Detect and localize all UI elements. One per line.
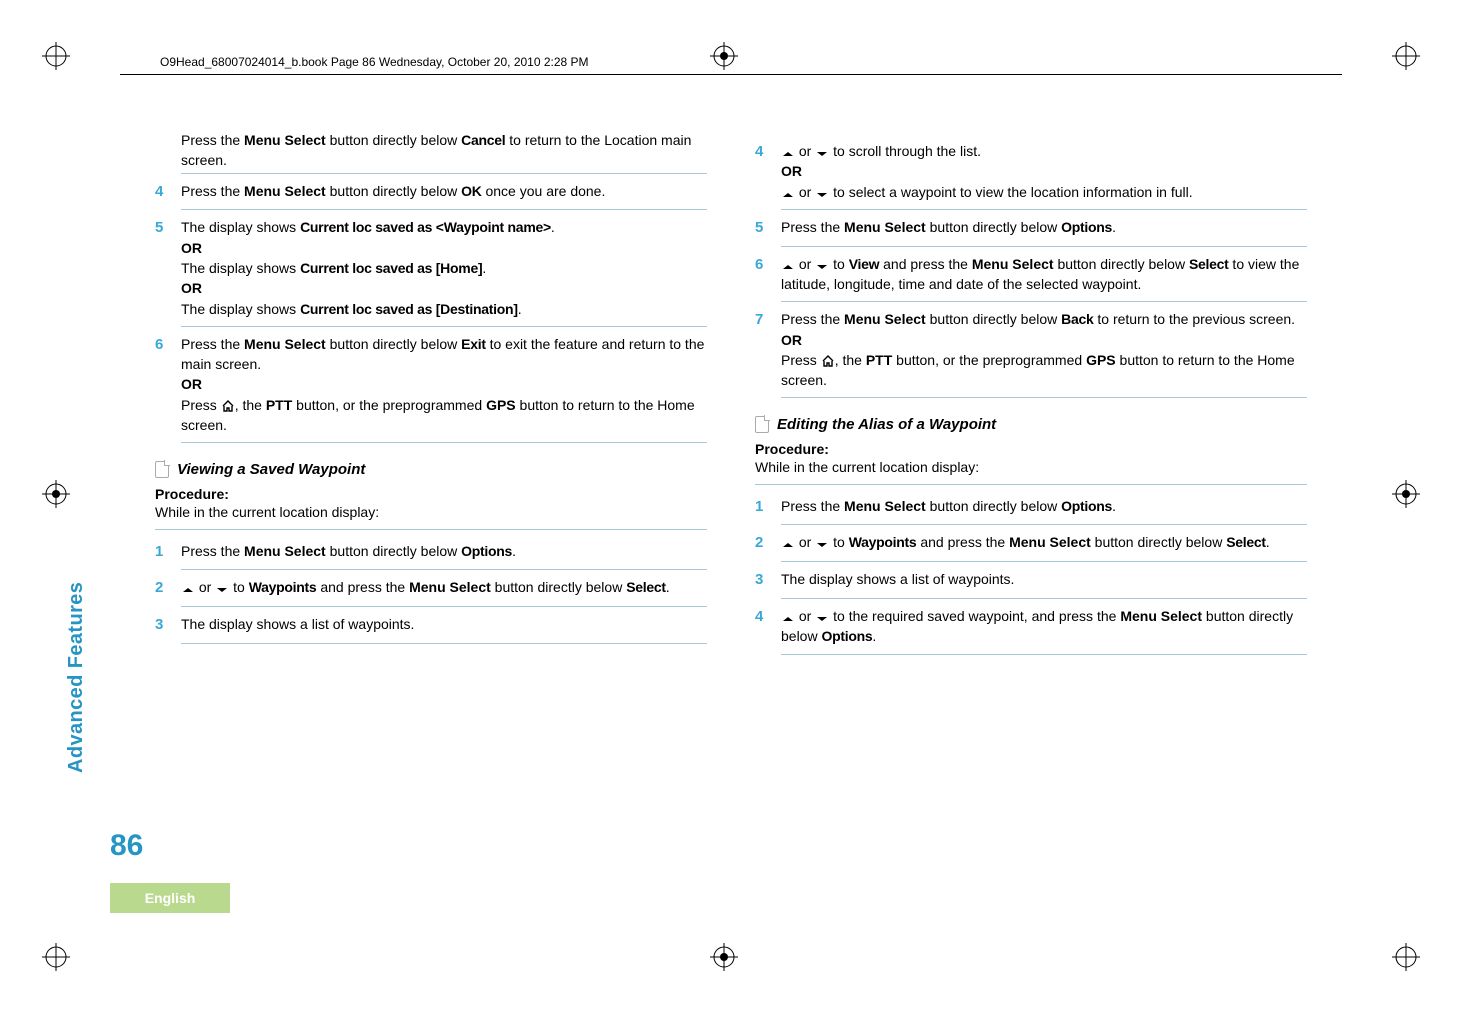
note-icon <box>755 416 769 433</box>
up-arrow-icon <box>181 586 195 594</box>
separator <box>781 561 1307 562</box>
separator <box>181 569 707 570</box>
separator <box>155 529 707 530</box>
crop-mark-icon <box>710 42 738 70</box>
view-step-2: 2 or to Waypoints and press the Menu Sel… <box>155 572 707 604</box>
edit-step-3: 3 The display shows a list of waypoints. <box>755 564 1307 596</box>
step-number: 2 <box>755 532 769 554</box>
separator <box>781 397 1307 398</box>
procedure-note: While in the current location display: <box>155 502 707 522</box>
note-icon <box>155 461 169 478</box>
header-divider <box>120 74 1342 75</box>
separator <box>781 301 1307 302</box>
separator <box>181 442 707 443</box>
step-number: 2 <box>155 577 169 599</box>
intro-paragraph: Press the Menu Select button directly be… <box>181 130 707 171</box>
step-number: 5 <box>755 217 769 239</box>
separator <box>181 606 707 607</box>
step-number: 4 <box>155 181 169 203</box>
step-5: 5 The display shows Current loc saved as… <box>155 212 707 323</box>
separator <box>781 246 1307 247</box>
step-6: 6 Press the Menu Select button directly … <box>155 329 707 440</box>
edit-step-1: 1 Press the Menu Select button directly … <box>755 491 1307 523</box>
down-arrow-icon <box>815 150 829 158</box>
language-badge: English <box>110 883 230 913</box>
procedure-note: While in the current location display: <box>755 457 1307 477</box>
procedure-label: Procedure: <box>155 486 707 502</box>
procedure-label: Procedure: <box>755 441 1307 457</box>
separator <box>755 484 1307 485</box>
page-number: 86 <box>110 829 143 863</box>
down-arrow-icon <box>815 615 829 623</box>
step-number: 6 <box>755 254 769 295</box>
right-step-5: 5 Press the Menu Select button directly … <box>755 212 1307 244</box>
view-step-1: 1 Press the Menu Select button directly … <box>155 536 707 568</box>
subheading-title: Viewing a Saved Waypoint <box>177 461 365 478</box>
edit-step-2: 2 or to Waypoints and press the Menu Sel… <box>755 527 1307 559</box>
separator <box>181 173 707 174</box>
right-step-6: 6 or to View and press the Menu Select b… <box>755 249 1307 300</box>
crop-mark-icon <box>1392 42 1420 70</box>
up-arrow-icon <box>781 263 795 271</box>
crop-mark-icon <box>42 480 70 508</box>
separator <box>781 654 1307 655</box>
separator <box>181 209 707 210</box>
subheading-title: Editing the Alias of a Waypoint <box>777 416 996 433</box>
up-arrow-icon <box>781 615 795 623</box>
view-step-3: 3 The display shows a list of waypoints. <box>155 609 707 641</box>
crop-mark-icon <box>42 42 70 70</box>
crop-mark-icon <box>1392 480 1420 508</box>
crop-mark-icon <box>710 943 738 971</box>
subheading-viewing: Viewing a Saved Waypoint <box>155 461 707 478</box>
crop-mark-icon <box>1392 943 1420 971</box>
right-column: 4 or to scroll through the list. OR or t… <box>755 130 1307 863</box>
separator <box>181 326 707 327</box>
up-arrow-icon <box>781 541 795 549</box>
step-4: 4 Press the Menu Select button directly … <box>155 176 707 208</box>
home-icon <box>221 400 235 412</box>
down-arrow-icon <box>815 191 829 199</box>
left-column: Press the Menu Select button directly be… <box>155 130 707 863</box>
step-number: 5 <box>155 217 169 318</box>
down-arrow-icon <box>815 541 829 549</box>
edit-step-4: 4 or to the required saved waypoint, and… <box>755 601 1307 652</box>
step-number: 1 <box>155 541 169 563</box>
down-arrow-icon <box>815 263 829 271</box>
step-number: 3 <box>755 569 769 591</box>
separator <box>781 209 1307 210</box>
right-step-4: 4 or to scroll through the list. OR or t… <box>755 136 1307 207</box>
step-number: 1 <box>755 496 769 518</box>
subheading-editing: Editing the Alias of a Waypoint <box>755 416 1307 433</box>
print-header: O9Head_68007024014_b.book Page 86 Wednes… <box>160 55 589 69</box>
right-step-7: 7 Press the Menu Select button directly … <box>755 304 1307 395</box>
up-arrow-icon <box>781 191 795 199</box>
step-number: 4 <box>755 606 769 647</box>
separator <box>181 643 707 644</box>
step-number: 4 <box>755 141 769 202</box>
step-number: 3 <box>155 614 169 636</box>
down-arrow-icon <box>215 586 229 594</box>
crop-mark-icon <box>42 943 70 971</box>
up-arrow-icon <box>781 150 795 158</box>
home-icon <box>821 355 835 367</box>
step-number: 6 <box>155 334 169 435</box>
separator <box>781 598 1307 599</box>
section-side-label: Advanced Features <box>65 582 88 773</box>
separator <box>781 524 1307 525</box>
step-number: 7 <box>755 309 769 390</box>
